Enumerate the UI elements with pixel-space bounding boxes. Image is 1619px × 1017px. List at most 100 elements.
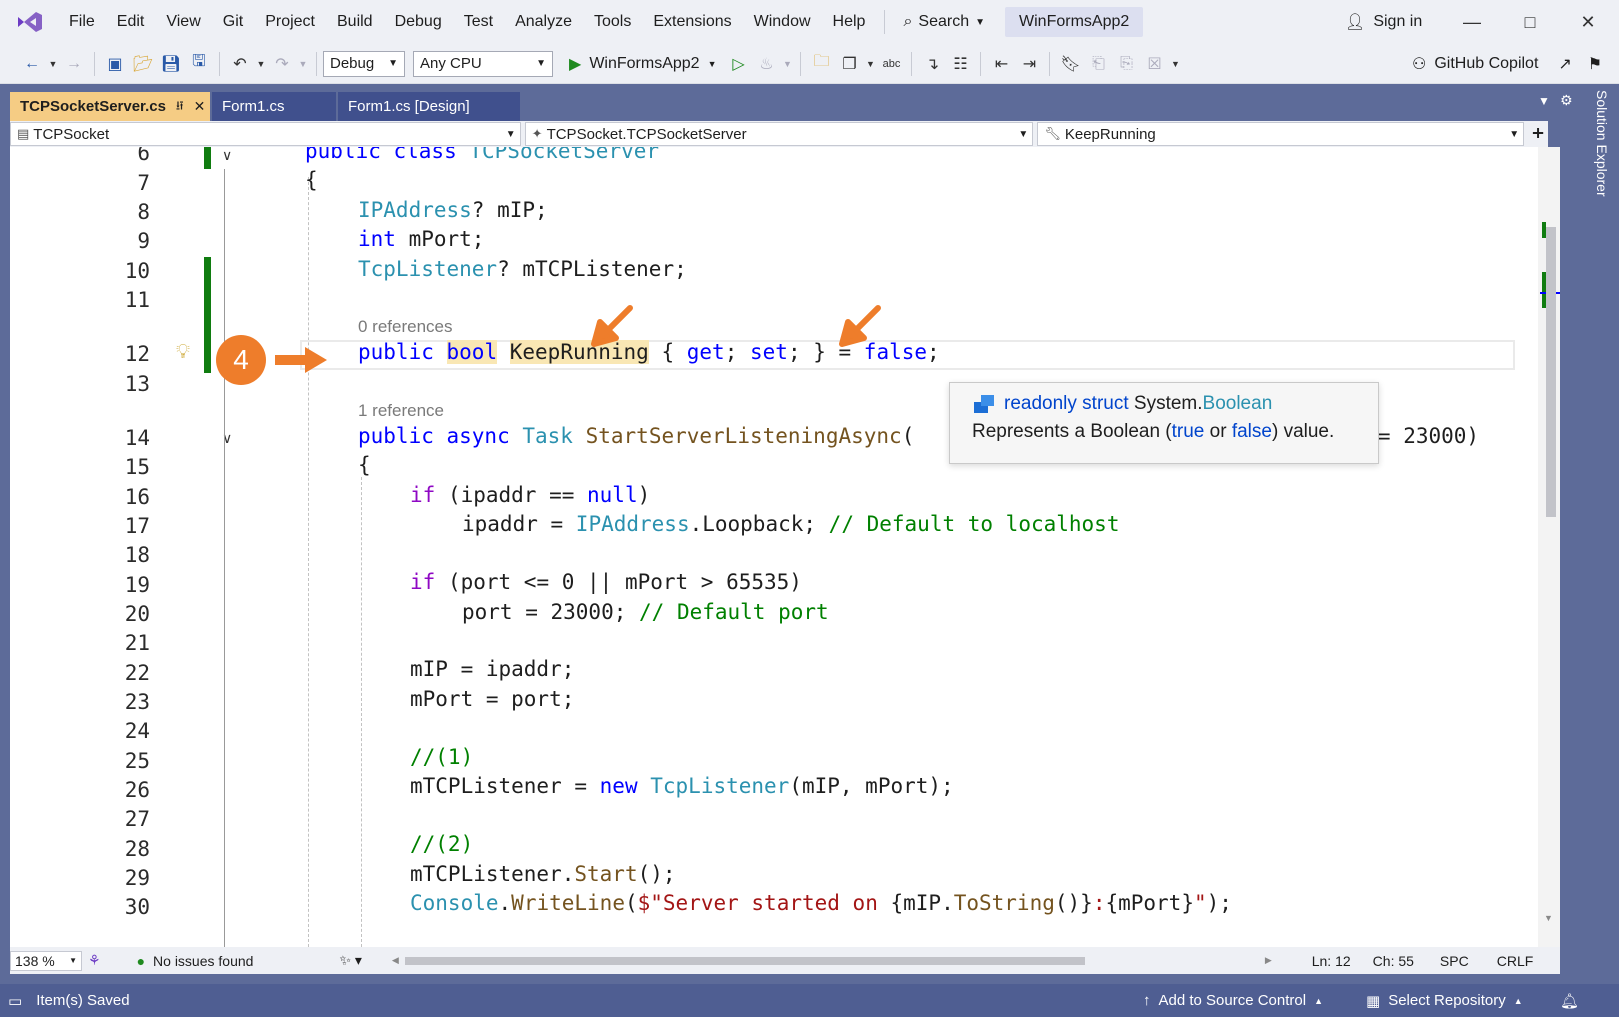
bookmark-icon[interactable]: 🔖︎	[1057, 51, 1083, 77]
minimize-button[interactable]: —	[1443, 0, 1501, 44]
split-editor-icon[interactable]: ➕︎	[1528, 121, 1548, 147]
scroll-right-icon[interactable]: ▶	[1265, 955, 1272, 966]
step-into-icon[interactable]: ↴	[919, 51, 945, 77]
spell-check-icon[interactable]: abc	[878, 51, 904, 77]
add-to-source-control-button[interactable]: ↑ Add to Source Control ▲	[1143, 992, 1323, 1009]
project-select[interactable]: ▤ TCPSocket ▼	[10, 122, 521, 146]
menu-git[interactable]: Git	[212, 0, 254, 44]
breakpoints-icon[interactable]: ☷	[947, 51, 973, 77]
quick-info-tooltip: readonly struct System.Boolean Represent…	[949, 382, 1379, 464]
document-tabs: TCPSocketServer.cs ⭿ ✕ Form1.cs Form1.cs…	[10, 92, 522, 121]
menu-help[interactable]: Help	[822, 0, 877, 44]
maximize-button[interactable]: □	[1501, 0, 1559, 44]
code-line: ipaddr = IPAddress.Loopback; // Default …	[462, 512, 1120, 536]
pin-icon[interactable]: ⭿	[176, 92, 184, 121]
select-repository-button[interactable]: ▦ Select Repository ▲	[1366, 992, 1523, 1010]
search-button[interactable]: ⌕ Search ▼	[893, 13, 995, 31]
start-without-debugging-icon[interactable]: ▷	[725, 51, 751, 77]
notifications-icon[interactable]: 🔔︎	[1560, 992, 1579, 1010]
chevron-down-icon: ▼	[69, 956, 77, 965]
struct-icon	[974, 395, 994, 413]
menu-project[interactable]: Project	[254, 0, 326, 44]
scroll-down-icon[interactable]: ▼	[1544, 913, 1553, 923]
solution-configuration-select[interactable]: Debug ▼	[323, 50, 405, 77]
vertical-scrollbar[interactable]: ▼	[1538, 147, 1560, 947]
code-line: if (ipaddr == null)	[410, 483, 651, 507]
menu-file[interactable]: File	[58, 0, 106, 44]
save-all-icon[interactable]: 🖫︎	[186, 51, 212, 77]
github-copilot-button[interactable]: ⚇ GitHub Copilot ↗ ⚑	[1412, 44, 1602, 84]
reference-count[interactable]: 1 reference	[358, 401, 444, 421]
next-bookmark-icon[interactable]: ⎘	[1113, 51, 1139, 77]
solution-explorer-tab[interactable]: Solution Explorer	[1580, 90, 1610, 270]
navigate-forward-icon[interactable]: →	[61, 51, 87, 77]
start-debugging-button[interactable]: ▶ WinFormsApp2 ▼	[569, 54, 716, 74]
scrollbar-thumb[interactable]	[1546, 227, 1556, 517]
clear-bookmarks-icon[interactable]: ☒	[1141, 51, 1167, 77]
navigation-bar: ▤ TCPSocket ▼ ✦ TCPSocket.TCPSocketServe…	[10, 121, 1548, 147]
tab-form1-design[interactable]: Form1.cs [Design]	[338, 92, 520, 121]
toolbar-separator	[94, 51, 95, 76]
toolbar-separator	[316, 51, 317, 76]
line-number: 16	[124, 485, 150, 509]
code-line: public class TCPSocketServer	[305, 147, 660, 163]
indent-icon[interactable]: ⇥	[1016, 51, 1042, 77]
lightbulb-icon[interactable]: 💡︎	[176, 341, 190, 364]
previous-bookmark-icon[interactable]: ⎗	[1085, 51, 1111, 77]
dropdown-caret-icon[interactable]: ▼	[255, 51, 267, 77]
menu-view[interactable]: View	[155, 0, 211, 44]
solution-explorer-icon[interactable]: 🗀︎	[808, 51, 834, 77]
reference-count[interactable]: 0 references	[358, 317, 453, 337]
save-icon[interactable]: 💾︎	[158, 51, 184, 77]
output-icon[interactable]: ▭	[8, 992, 22, 1010]
sign-in-button[interactable]: 👤︎ Sign in	[1345, 0, 1422, 44]
configuration-value: Debug	[330, 55, 375, 72]
menu-extensions[interactable]: Extensions	[642, 0, 742, 44]
code-cleanup-icon[interactable]: ✨︎ ▾	[339, 952, 361, 969]
menu-debug[interactable]: Debug	[384, 0, 453, 44]
whitespace-indicator[interactable]: SPC	[1440, 953, 1469, 969]
menu-test[interactable]: Test	[453, 0, 504, 44]
redo-icon[interactable]: ↷	[269, 51, 295, 77]
tab-list-dropdown-icon[interactable]: ▼	[1538, 94, 1550, 108]
undo-icon[interactable]: ↶	[227, 51, 253, 77]
navigate-back-icon[interactable]: ←	[19, 51, 45, 77]
scroll-left-icon[interactable]: ◀	[392, 955, 399, 966]
type-select[interactable]: ✦ TCPSocket.TCPSocketServer ▼	[524, 122, 1034, 146]
solution-platform-select[interactable]: Any CPU ▼	[413, 50, 553, 77]
tab-form1[interactable]: Form1.cs	[212, 92, 336, 121]
outdent-icon[interactable]: ⇤	[988, 51, 1014, 77]
code-editor[interactable]: ∨ ∨ 6 7 8 9 10 11 12 13 14 15 16 17 18 1…	[10, 147, 1548, 947]
issues-status[interactable]: No issues found	[153, 953, 253, 969]
line-ending-indicator[interactable]: CRLF	[1497, 953, 1534, 969]
share-icon[interactable]: ↗	[1558, 54, 1571, 74]
menu-build[interactable]: Build	[326, 0, 384, 44]
tooltip-true-keyword: true	[1171, 421, 1205, 442]
hot-reload-icon[interactable]: ♨︎	[753, 51, 779, 77]
dropdown-caret-icon[interactable]: ▼	[297, 51, 309, 77]
menu-analyze[interactable]: Analyze	[504, 0, 583, 44]
dropdown-caret-icon[interactable]: ▼	[47, 51, 59, 77]
new-project-icon[interactable]: ▣	[102, 51, 128, 77]
dropdown-caret-icon[interactable]: ▼	[781, 51, 793, 77]
open-folder-icon[interactable]: 📂︎	[130, 51, 156, 77]
column-indicator[interactable]: Ch: 55	[1373, 953, 1414, 969]
zoom-select[interactable]: 138 % ▼	[10, 950, 82, 971]
feedback-icon[interactable]: ⚑	[1588, 54, 1602, 74]
close-icon[interactable]: ✕	[194, 92, 206, 121]
gear-icon[interactable]: ⚙	[1560, 92, 1573, 109]
solution-name: WinFormsApp2	[1005, 7, 1144, 37]
layout-icon[interactable]: ❐	[836, 51, 862, 77]
member-select[interactable]: 🔧︎ KeepRunning ▼	[1037, 122, 1525, 146]
dropdown-caret-icon[interactable]: ▼	[864, 51, 876, 77]
menu-edit[interactable]: Edit	[106, 0, 156, 44]
close-window-button[interactable]: ✕	[1559, 0, 1617, 44]
toolbar-options-icon[interactable]: ▼	[1169, 51, 1181, 77]
line-indicator[interactable]: Ln: 12	[1312, 953, 1351, 969]
collapse-icon[interactable]: ∨	[222, 147, 232, 164]
intellicode-icon[interactable]: ⚘	[88, 952, 101, 969]
menu-window[interactable]: Window	[743, 0, 822, 44]
tab-tcpsocketserver[interactable]: TCPSocketServer.cs ⭿ ✕	[10, 92, 210, 121]
horizontal-scrollbar-thumb[interactable]	[404, 956, 1085, 965]
menu-tools[interactable]: Tools	[583, 0, 642, 44]
